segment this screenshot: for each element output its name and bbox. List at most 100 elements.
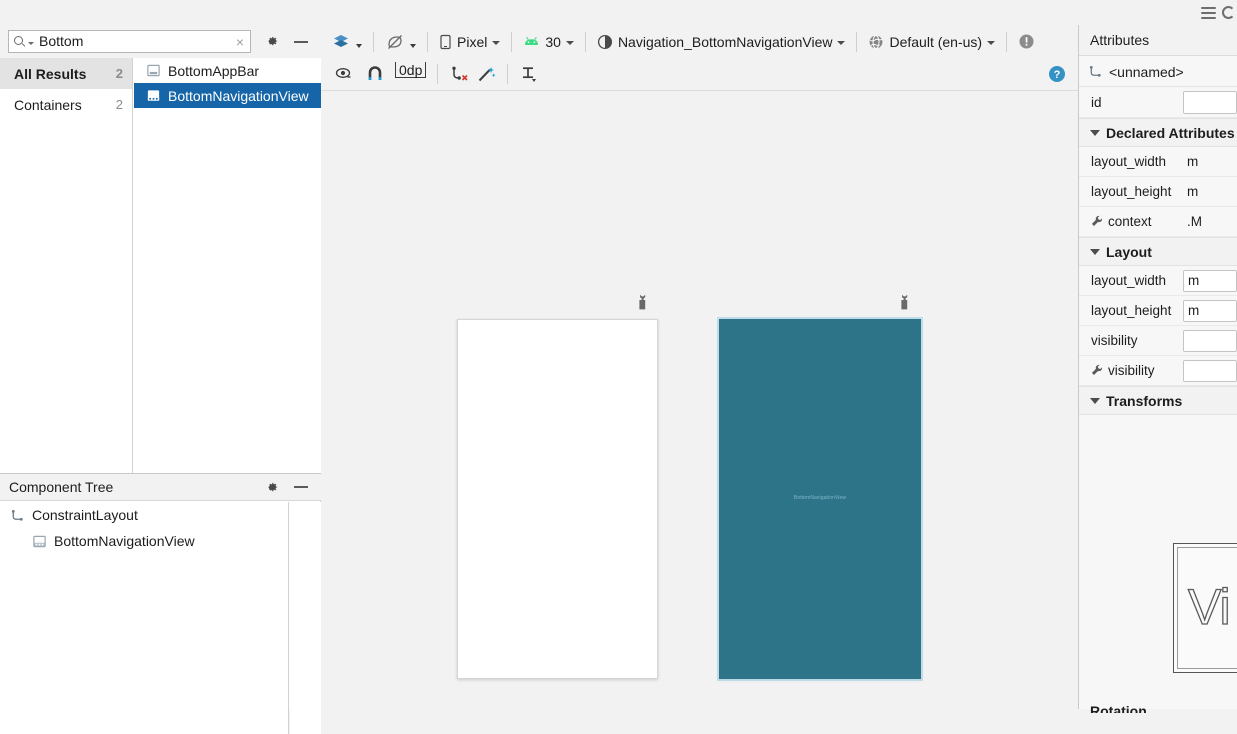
attribute-label: layout_width (1091, 154, 1167, 169)
attribute-label: visibility (1091, 333, 1138, 348)
section-title: Transforms (1106, 392, 1183, 409)
attribute-row-tools-visibility[interactable]: visibility (1079, 356, 1237, 386)
wrench-icon[interactable] (637, 294, 649, 310)
default-margin-control[interactable]: 0dp (388, 62, 430, 86)
category-count: 2 (115, 66, 123, 81)
device-preview-blueprint[interactable]: BottomNavigationView (719, 319, 921, 679)
attribute-value[interactable]: m (1183, 181, 1237, 203)
attribute-label: layout_height (1091, 184, 1172, 199)
category-count: 2 (115, 97, 123, 112)
palette-item-bottomnavigationview[interactable]: BottomNavigationView (134, 83, 321, 108)
section-title: Declared Attributes (1106, 124, 1235, 141)
theme-selector[interactable]: Navigation_BottomNavigationView (593, 30, 850, 54)
api-level-selector[interactable]: 30 (519, 30, 578, 54)
minimize-icon[interactable] (293, 479, 309, 495)
chevron-down-icon (1090, 397, 1100, 404)
clear-search-icon[interactable]: × (234, 35, 246, 49)
section-transforms[interactable]: Transforms (1079, 386, 1237, 415)
blueprint-component-label: BottomNavigationView (793, 495, 847, 501)
tree-node-bottomnavigationview[interactable]: BottomNavigationView (0, 528, 288, 554)
top-strip-icons (1201, 0, 1237, 25)
bottom-app-bar-icon (146, 63, 161, 78)
attribute-value[interactable]: m (1183, 269, 1237, 292)
constraint-layout-icon (10, 508, 25, 523)
eye-icon (335, 68, 351, 78)
align-icon (523, 67, 537, 82)
clear-constraints-icon (452, 66, 468, 81)
magnet-icon (368, 66, 382, 80)
palette-item-label: BottomAppBar (168, 62, 260, 79)
id-field[interactable] (1183, 91, 1237, 114)
attribute-value[interactable]: m (1183, 151, 1237, 173)
attribute-row-layout-width[interactable]: layout_width m (1079, 266, 1237, 296)
wrench-icon (1091, 364, 1104, 377)
section-layout[interactable]: Layout (1079, 237, 1237, 266)
tree-node-constraintlayout[interactable]: ConstraintLayout (0, 502, 288, 528)
chevron-down-icon (410, 43, 416, 48)
locale-label: Default (en-us) (889, 33, 983, 50)
menu-icon[interactable] (1201, 6, 1216, 19)
toolbar-separator (373, 31, 374, 52)
issue-indicator-button[interactable] (1014, 30, 1039, 54)
attribute-label-with-tool: context (1079, 214, 1183, 229)
design-toolbar: Pixel 30 Navigation_BottomNavigationView… (321, 25, 1078, 58)
help-button[interactable]: ? (1044, 62, 1078, 86)
toolbar-separator (511, 31, 513, 52)
component-tree-title: Component Tree (9, 479, 114, 495)
attribute-value[interactable] (1183, 359, 1237, 382)
palette-item-bottomappbar[interactable]: BottomAppBar (134, 58, 321, 83)
attribute-row-layout-height[interactable]: layout_height m (1079, 296, 1237, 326)
attributes-panel: Attributes <unnamed> id Declared Attribu… (1079, 25, 1237, 713)
palette-category-all-results[interactable]: All Results 2 (0, 58, 132, 89)
attribute-value[interactable]: .M (1183, 211, 1237, 233)
wrench-icon (1091, 215, 1104, 228)
gear-icon[interactable] (264, 34, 279, 49)
design-canvas[interactable]: BottomNavigationView (321, 91, 1078, 709)
attribute-row-visibility[interactable]: visibility (1079, 326, 1237, 356)
category-label: Containers (14, 96, 82, 113)
attribute-row-layout-width-declared[interactable]: layout_width m (1079, 147, 1237, 177)
toolbar-separator (437, 64, 439, 84)
infer-constraints-button[interactable] (473, 62, 500, 86)
search-input[interactable]: Bottom × (8, 30, 251, 53)
device-preview-design[interactable] (457, 319, 658, 679)
attribute-value[interactable] (1183, 329, 1237, 352)
attribute-label: context (1108, 214, 1152, 229)
locale-selector[interactable]: Default (en-us) (864, 30, 999, 54)
partial-circle-icon[interactable] (1222, 6, 1235, 19)
align-button[interactable] (515, 62, 543, 86)
bottom-navigation-view-icon (146, 88, 161, 103)
toolbar-separator (1006, 31, 1008, 52)
device-selector[interactable]: Pixel (435, 30, 504, 54)
svg-text:?: ? (1054, 69, 1061, 81)
attribute-row-context[interactable]: context .M (1079, 207, 1237, 237)
section-title: Layout (1106, 243, 1152, 260)
chevron-down-icon (1090, 248, 1100, 255)
palette-result-list: BottomAppBar BottomNavigationView (134, 58, 321, 473)
attribute-value[interactable]: m (1183, 299, 1237, 322)
phone-icon (440, 34, 451, 49)
attribute-row-id[interactable]: id (1079, 88, 1237, 118)
blueprint-toggle-button[interactable] (381, 30, 420, 54)
top-strip (0, 0, 1237, 26)
section-declared-attributes[interactable]: Declared Attributes (1079, 118, 1237, 147)
search-icon (14, 35, 26, 48)
magic-wand-icon (479, 67, 496, 82)
gear-icon[interactable] (264, 480, 279, 495)
wrench-icon[interactable] (899, 294, 911, 310)
chevron-down-icon[interactable] (28, 42, 34, 45)
attribute-row-layout-height-declared[interactable]: layout_height m (1079, 177, 1237, 207)
autoconnect-button[interactable] (358, 62, 388, 86)
api-level-label: 30 (545, 33, 561, 50)
attribute-label: layout_width (1091, 273, 1167, 288)
transform-preview-widget[interactable]: Vi (1173, 543, 1237, 673)
clear-constraints-button[interactable] (445, 62, 473, 86)
warning-icon (1019, 34, 1034, 49)
show-constraints-button[interactable] (321, 62, 358, 86)
minimize-icon[interactable] (293, 34, 309, 50)
design-mode-button[interactable] (321, 30, 366, 54)
palette-category-containers[interactable]: Containers 2 (0, 89, 132, 120)
search-input-value: Bottom (39, 33, 84, 49)
category-label: All Results (14, 65, 87, 82)
device-label: Pixel (457, 33, 488, 50)
